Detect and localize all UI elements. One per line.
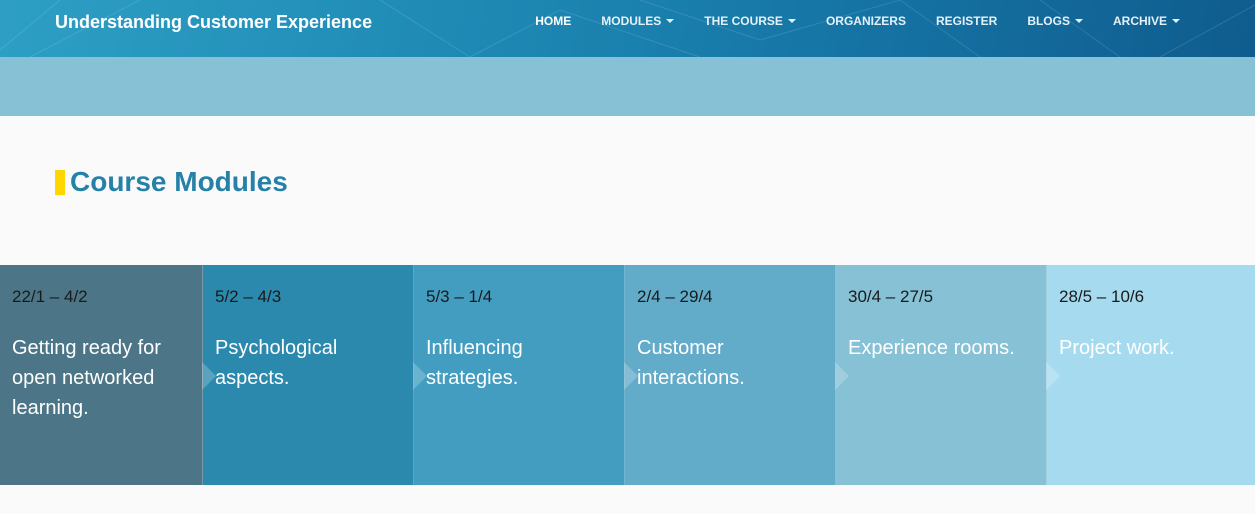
nav-item-label: ORGANIZERS xyxy=(825,14,906,28)
module-dates: 2/4 – 29/4 xyxy=(637,287,713,306)
nav-item-the-course[interactable]: THE COURSE xyxy=(704,14,796,28)
module-title: Customer interactions. xyxy=(637,337,745,389)
nav-item-home[interactable]: HOME xyxy=(535,14,571,28)
top-navbar: Understanding Customer Experience HOME MO… xyxy=(0,0,1255,57)
hero-band xyxy=(0,57,1255,116)
nav-item-label: MODULES xyxy=(601,14,662,28)
heading-marker xyxy=(55,169,65,195)
chevron-right-icon xyxy=(202,362,216,390)
module-dates: 28/5 – 10/6 xyxy=(1059,287,1145,306)
nav-item-label: BLOGS xyxy=(1027,14,1070,28)
section-heading: Course Modules xyxy=(55,165,288,199)
page-title: Course Modules xyxy=(70,166,288,197)
chevron-right-icon xyxy=(624,362,638,390)
module-dates: 5/3 – 1/4 xyxy=(426,287,493,306)
nav-item-archive[interactable]: ARCHIVE xyxy=(1113,14,1180,28)
chevron-right-icon xyxy=(413,362,427,390)
module-title: Psychological aspects. xyxy=(215,337,338,389)
module-title: Getting ready for open networked learnin… xyxy=(12,337,161,419)
course-modules-timeline: 22/1 – 4/2 Getting ready for open network… xyxy=(0,265,1255,485)
caret-down-icon xyxy=(787,19,796,23)
nav-item-modules[interactable]: MODULES xyxy=(601,14,675,28)
caret-down-icon xyxy=(666,19,675,23)
caret-down-icon xyxy=(1074,19,1083,23)
caret-down-icon xyxy=(1172,19,1180,23)
module-panel-6[interactable]: 28/5 – 10/6 Project work. xyxy=(1046,265,1255,485)
module-dates: 5/2 – 4/3 xyxy=(215,287,282,306)
module-dates: 22/1 – 4/2 xyxy=(12,287,88,306)
nav-item-label: ARCHIVE xyxy=(1112,14,1167,28)
nav-item-organizers[interactable]: ORGANIZERS xyxy=(826,14,906,28)
module-panel-2[interactable]: 5/2 – 4/3 Psychological aspects. xyxy=(202,265,414,485)
nav-item-label: THE COURSE xyxy=(704,14,783,28)
nav-item-label: REGISTER xyxy=(935,14,998,28)
module-panel-3[interactable]: 5/3 – 1/4 Influencing strategies. xyxy=(413,265,625,485)
nav-item-label: HOME xyxy=(535,14,572,28)
module-panel-4[interactable]: 2/4 – 29/4 Customer interactions. xyxy=(624,265,836,485)
module-panel-5[interactable]: 30/4 – 27/5 Experience rooms. xyxy=(835,265,1047,485)
module-title: Project work. xyxy=(1059,337,1175,359)
module-panel-1[interactable]: 22/1 – 4/2 Getting ready for open network… xyxy=(0,265,203,485)
nav-item-blogs[interactable]: BLOGS xyxy=(1027,14,1083,28)
chevron-right-icon xyxy=(835,362,849,390)
nav-item-register[interactable]: REGISTER xyxy=(936,14,997,28)
chevron-right-icon xyxy=(1046,362,1060,390)
module-title: Experience rooms. xyxy=(848,337,1015,359)
module-dates: 30/4 – 27/5 xyxy=(848,287,934,306)
site-title-link[interactable]: Understanding Customer Experience xyxy=(55,12,372,32)
module-title: Influencing strategies. xyxy=(426,337,523,389)
main-menu: HOME MODULES THE COURSE ORGANIZERS REGISTER B… xyxy=(535,14,1180,28)
